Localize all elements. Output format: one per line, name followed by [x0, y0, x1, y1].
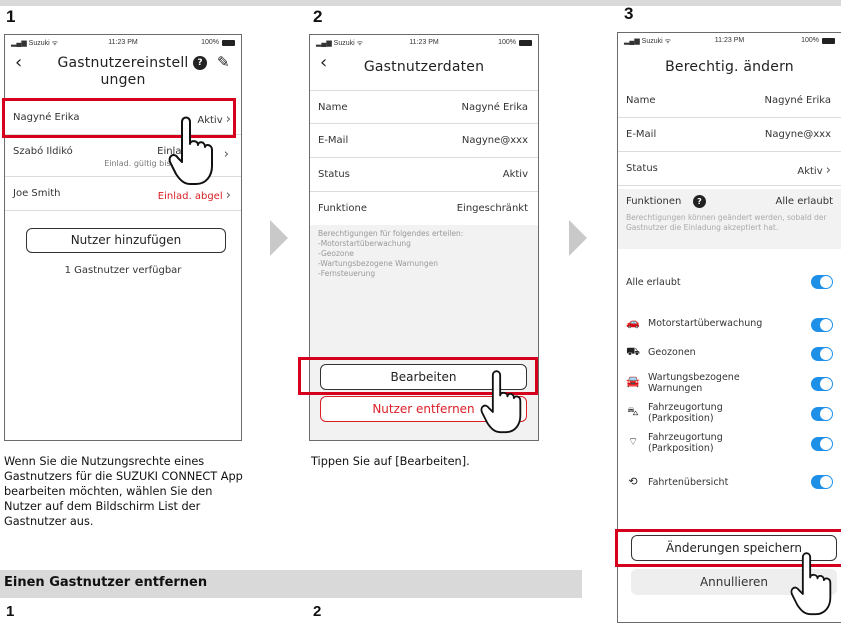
row-value: Nagyne@xxx [461, 135, 528, 146]
toggle-label: Fahrzeugortung (Parkposition) [648, 432, 723, 454]
row-label: Name [318, 102, 348, 113]
status-bar: ▂▄▆ Suzuki ᯤ 11:23 PM 100% [5, 37, 241, 49]
car-engine-icon: 🚗 [626, 316, 640, 329]
next-arrow-icon [270, 220, 288, 256]
toggle-switch[interactable] [811, 475, 833, 489]
row-label: E-Mail [318, 135, 349, 146]
battery-icon [519, 40, 532, 46]
row-value: Nagyné Erika [764, 95, 832, 106]
battery-label: 100% [498, 39, 516, 46]
detail-row-functions: Funktione Eingeschränkt [310, 192, 538, 226]
page-title: Gastnutzerdaten [363, 59, 485, 75]
detail-row-name: Name Nagyné Erika [310, 90, 538, 124]
toggle-row-feature: ⟲ Fahrtenübersicht [618, 469, 841, 499]
user-name: Szabó Ildikó [13, 146, 73, 157]
toggle-switch[interactable] [811, 275, 833, 289]
functions-label: Funktionen [626, 196, 682, 207]
next-arrow-icon [569, 220, 587, 256]
user-name: Joe Smith [13, 188, 61, 199]
maintenance-car-icon: 🚘 [626, 375, 640, 388]
toggle-row-feature: 🚘 Wartungsbezogene Warnungen [618, 369, 841, 399]
row-label: Funktione [318, 203, 367, 214]
toggle-label: Wartungsbezogene Warnungen [648, 372, 740, 394]
edit-pencil-icon[interactable]: ✎ [217, 53, 230, 71]
phone-screen-change-permissions: ▂▄▆ Suzuki ᯤ 11:23 PM 100% Berechtig. än… [617, 32, 841, 623]
toggle-label: Alle erlaubt [626, 277, 681, 288]
detail-row-email: E-Mail Nagyne@xxx [310, 124, 538, 158]
toggle-label: Fahrtenübersicht [648, 477, 729, 488]
step-number-3: 3 [624, 4, 634, 23]
toggle-switch[interactable] [811, 377, 833, 391]
geozone-icon: ⛟ [626, 345, 640, 358]
detail-row-status: Status Aktiv [310, 158, 538, 192]
step-number-2: 2 [313, 7, 323, 26]
battery-label: 100% [201, 39, 219, 46]
permissions-text: Berechtigungen für folgendes erteilen: -… [318, 229, 464, 278]
signal-icon: ⌔ [627, 435, 639, 448]
row-label: Status [318, 169, 350, 180]
step-number-1: 1 [6, 7, 16, 26]
status-bar: ▂▄▆ Suzuki ᯤ 11:23 PM 100% [310, 37, 538, 49]
status-bar: ▂▄▆ Suzuki ᯤ 11:23 PM 100% [618, 35, 841, 47]
add-user-button[interactable]: Nutzer hinzufügen [26, 228, 226, 253]
row-value: Nagyne@xxx [764, 129, 831, 140]
toggle-row-feature: ⛍ Fahrzeugortung (Parkposition) [618, 399, 841, 429]
toggle-label: Fahrzeugortung (Parkposition) [648, 402, 723, 424]
user-status: Einlad. abgel › [157, 188, 231, 203]
toggle-row-all: Alle erlaubt [618, 269, 841, 299]
trip-history-icon: ⟲ [628, 475, 638, 488]
row-label: Status [626, 163, 658, 174]
row-label: Name [626, 95, 656, 106]
row-value: Aktiv › [797, 163, 831, 178]
toggle-label: Motorstartüberwachung [648, 318, 763, 329]
help-icon[interactable]: ? [693, 195, 706, 208]
battery-label: 100% [801, 37, 819, 44]
perm-row-email: E-Mail Nagyne@xxx [618, 118, 841, 152]
tap-hand-icon [790, 552, 832, 616]
toggle-label: Geozonen [648, 347, 696, 358]
toggle-switch[interactable] [811, 318, 833, 332]
row-value: Aktiv [502, 169, 528, 180]
phone-screen-guest-settings: ▂▄▆ Suzuki ᯤ 11:23 PM 100% ‹ Gastnutzere… [4, 34, 242, 441]
top-band [0, 0, 841, 6]
available-count: 1 Gastnutzer verfügbar [64, 265, 182, 276]
functions-note: Berechtigungen können geändert werden, s… [626, 213, 827, 232]
help-icon[interactable]: ? [193, 56, 207, 70]
toggle-switch[interactable] [811, 347, 833, 361]
row-value: Eingeschränkt [456, 203, 528, 214]
user-name: Nagyné Erika [13, 112, 80, 123]
section-step-number-2: 2 [313, 603, 322, 620]
tap-hand-icon [168, 116, 213, 185]
row-value: Nagyné Erika [461, 102, 529, 113]
functions-panel: Funktionen ? Alle erlaubt Berechtigungen… [618, 189, 841, 249]
tap-hand-icon [480, 370, 522, 434]
toggle-row-feature: 🚗 Motorstartüberwachung [618, 310, 841, 340]
chevron-right-icon: › [223, 147, 229, 162]
caption-step-2: Tippen Sie auf [Bearbeiten]. [311, 455, 470, 468]
toggle-switch[interactable] [811, 407, 833, 421]
functions-value: Alle erlaubt [775, 196, 833, 207]
perm-row-name: Name Nagyné Erika [618, 84, 841, 118]
battery-icon [222, 40, 235, 46]
perm-row-status[interactable]: Status Aktiv › [618, 152, 841, 186]
toggle-switch[interactable] [811, 437, 833, 451]
parking-location-icon: ⛍ [627, 405, 639, 418]
toggle-row-feature: ⌔ Fahrzeugortung (Parkposition) [618, 429, 841, 459]
caption-step-1: Wenn Sie die Nutzungsrechte eines Gastnu… [4, 455, 243, 528]
battery-icon [822, 38, 835, 44]
section-step-number-1: 1 [6, 603, 15, 620]
row-label: E-Mail [626, 129, 657, 140]
section-title: Einen Gastnutzer entfernen [4, 575, 208, 590]
toggle-row-feature: ⛟ Geozonen [618, 339, 841, 369]
page-title: Berechtig. ändern [665, 59, 794, 75]
